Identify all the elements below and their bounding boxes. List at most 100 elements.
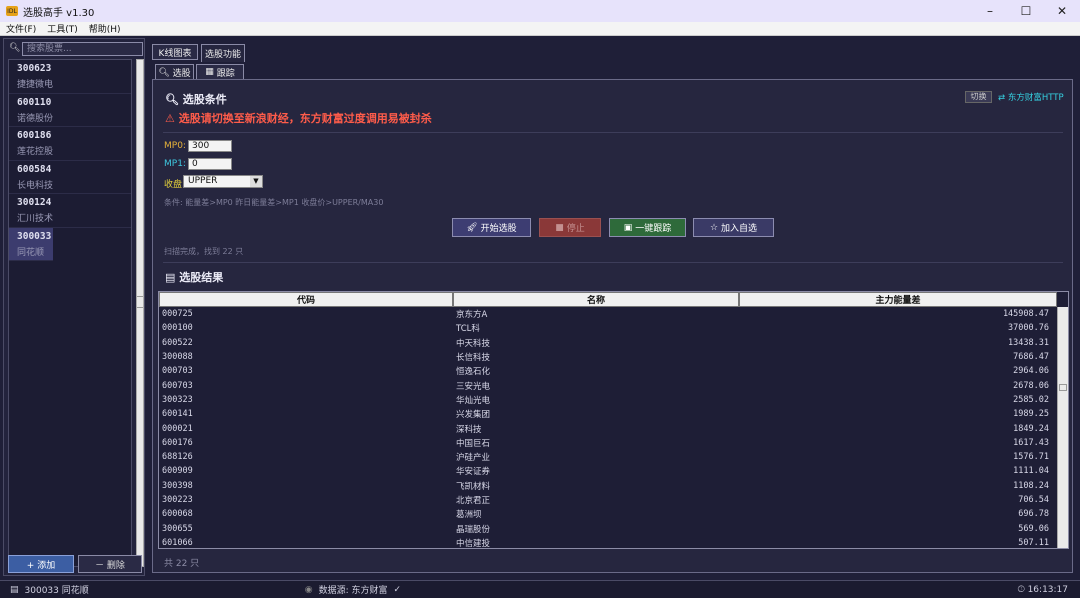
cell-code: 300323 [162,394,193,405]
stock-sidebar: 🔍︎ 搜索股票... 300623 捷捷微电 600110 诺德股份 600186 莲… [3,38,145,576]
scrollbar-thumb[interactable] [137,296,143,308]
col-energy[interactable]: 主力能量差 [739,292,1057,307]
cell-name: 北京君正 [456,496,491,506]
check-icon: ✓ [393,584,402,595]
tab-stock-picking[interactable]: 选股功能 [201,44,245,62]
table-row[interactable]: 600176 中国巨石 1617.43 [159,436,1057,450]
cell-name: 兴发集团 [456,410,491,421]
table-body: 000725 京东方A 145908.47 000100 TCL科 37000.76 600… [159,307,1057,548]
table-row[interactable]: 600522 中天科技 13438.31 [159,336,1057,350]
stock-name: 诺德股份 [17,113,54,124]
col-code[interactable]: 代码 [159,292,453,307]
stock-code: 300124 [17,197,52,208]
tab-track[interactable]: ▦ 跟踪 [196,64,244,80]
cell-code: 688126 [162,452,193,463]
menu-tools[interactable]: 工具(T) [47,22,78,35]
cell-energy: 1989.25 [1013,409,1049,420]
results-table: 代码 名称 主力能量差 000725 京东方A 145908.47 000100 TCL… [158,291,1069,549]
cell-code: 601066 [162,537,193,548]
cell-name: 飞凯材料 [456,481,491,492]
result-count: 共 22 只 [164,559,200,569]
cell-energy: 1617.43 [1013,437,1049,448]
table-row[interactable]: 000703 恒逸石化 2964.06 [159,364,1057,378]
list-item[interactable]: 600186 莲花控股 [9,127,131,161]
warning-text: ⚠ 选股请切换至新浪财经，东方财富过度调用易被封杀 [165,112,432,125]
cell-energy: 507.11 [1018,537,1049,548]
close-select[interactable]: UPPER ▼ [183,175,263,188]
title-bar: IDL 选股高手 v1.30 – ☐ ✕ [0,0,1080,22]
cell-energy: 13438.31 [1008,337,1049,348]
list-item[interactable]: 300623 捷捷微电 [9,60,131,94]
cell-name: 葛洲坝 [456,510,482,521]
table-row[interactable]: 000100 TCL科 37000.76 [159,321,1057,335]
table-row[interactable]: 600703 三安光电 2678.06 [159,378,1057,392]
clipboard-icon: ▤ [165,271,176,284]
cell-code: 300088 [162,352,193,363]
list-item-selected[interactable]: 300033 同花顺 [9,227,53,261]
table-header: 代码 名称 主力能量差 [159,292,1057,307]
scan-status: 扫描完成，找到 22 只 [164,247,244,256]
add-watchlist-button[interactable]: ☆ 加入自选 [693,218,774,237]
sidebar-scrollbar[interactable] [136,59,144,567]
menu-help[interactable]: 帮助(H) [89,22,121,35]
list-item[interactable]: 600584 长电科技 [9,161,131,194]
table-row[interactable]: 000725 京东方A 145908.47 [159,307,1057,321]
add-button[interactable]: + 添加 [8,555,74,573]
menu-file[interactable]: 文件(F) [6,22,36,35]
tab-pick[interactable]: 🔍︎ 选股 [155,64,194,80]
rocket-icon: 🚀︎ [466,222,478,233]
close-button[interactable]: ✕ [1044,0,1080,22]
mp0-label: MP0: [164,141,186,151]
tab-kline[interactable]: K线图表 [152,44,198,60]
chevron-down-icon: ▼ [250,176,262,187]
conditions-text: 条件: 能量差>MP0 昨日能量差>MP1 收盘价>UPPER/MA30 [164,198,384,207]
table-row[interactable]: 300223 北京君正 706.54 [159,493,1057,507]
window-title: 选股高手 v1.30 [23,7,95,19]
switch-button[interactable]: 切换 [965,91,992,103]
stock-icon: ▤ [10,584,19,595]
maximize-button[interactable]: ☐ [1008,0,1044,22]
minimize-button[interactable]: – [972,0,1008,22]
results-title: 选股结果 [179,271,224,284]
start-button[interactable]: 🚀︎ 开始选股 [452,218,531,237]
table-scrollbar[interactable] [1057,307,1068,548]
list-item[interactable]: 600110 诺德股份 [9,94,131,127]
table-row[interactable]: 300655 晶瑞股份 569.06 [159,521,1057,535]
stock-name: 长电科技 [17,180,54,191]
table-row[interactable]: 300088 长信科技 7686.47 [159,350,1057,364]
cell-energy: 2964.06 [1013,366,1049,377]
scrollbar-thumb[interactable] [1059,384,1067,391]
track-label: 一键跟踪 [635,224,672,234]
table-row[interactable]: 300398 飞凯材料 1108.24 [159,479,1057,493]
table-row[interactable]: 600068 葛洲坝 696.78 [159,507,1057,521]
table-row[interactable]: 688126 沪硅产业 1576.71 [159,450,1057,464]
delete-button[interactable]: － 删除 [78,555,142,573]
cell-energy: 37000.76 [1008,323,1049,334]
data-source-link[interactable]: ⇄ 东方财富HTTP [998,91,1064,103]
stock-pick-panel: 🔍︎ 选股条件 ⚠ 选股请切换至新浪财经，东方财富过度调用易被封杀 切换 ⇄ 东… [152,79,1073,573]
cell-code: 600141 [162,409,193,420]
cell-name: 中天科技 [456,338,491,349]
list-item[interactable]: 300124 汇川技术 [9,194,131,228]
mp0-input[interactable]: 300 [188,140,232,152]
status-bar: ▤ 300033 同花顺 ◉ 数据源: 东方财富 ✓ 🕓︎ 16:13:17 [0,580,1080,598]
mp1-input[interactable]: 0 [188,158,232,170]
search-input[interactable]: 搜索股票... [22,42,143,56]
table-row[interactable]: 300323 华灿光电 2585.02 [159,393,1057,407]
divider [163,132,1063,133]
cell-name: 长信科技 [456,353,491,364]
cell-energy: 1108.24 [1013,480,1049,491]
stop-button[interactable]: ■ 停止 [539,218,601,237]
cell-energy: 1576.71 [1013,452,1049,463]
stock-code: 300033 [17,230,52,242]
track-all-button[interactable]: ▣ 一键跟踪 [609,218,686,237]
col-name[interactable]: 名称 [453,292,739,307]
table-row[interactable]: 600141 兴发集团 1989.25 [159,407,1057,421]
table-row[interactable]: 000021 深科技 1849.24 [159,421,1057,435]
cell-energy: 1111.04 [1013,466,1049,477]
cell-energy: 696.78 [1018,509,1049,520]
cell-code: 000021 [162,423,193,434]
table-row[interactable]: 601066 中信建投 507.11 [159,536,1057,548]
cell-name: 晶瑞股份 [456,524,491,535]
table-row[interactable]: 600909 华安证券 1111.04 [159,464,1057,478]
